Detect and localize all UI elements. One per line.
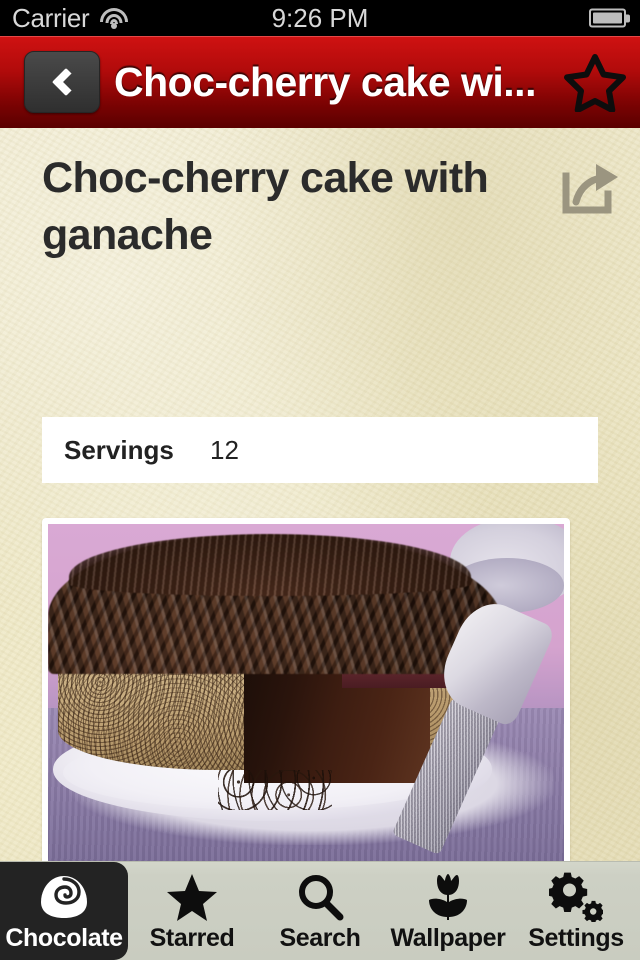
navigation-bar: Choc-cherry cake wi...: [0, 36, 640, 128]
recipe-photo-frame[interactable]: [42, 518, 570, 861]
servings-label: Servings: [64, 434, 174, 465]
gears-icon: [549, 872, 603, 922]
tab-settings[interactable]: Settings: [512, 862, 640, 960]
page-title: Choc-cherry cake with ganache: [42, 154, 489, 260]
tab-label-search: Search: [279, 923, 361, 952]
tab-label-settings: Settings: [528, 923, 624, 952]
recipe-photo: [48, 524, 564, 861]
nav-title: Choc-cherry cake wi...: [114, 58, 536, 105]
magnifier-icon: [295, 872, 345, 922]
back-button[interactable]: [24, 51, 100, 113]
share-export-icon: [562, 164, 618, 214]
status-bar: Carrier 9:26 PM: [0, 0, 640, 36]
favorite-button[interactable]: [558, 52, 632, 112]
share-button[interactable]: [558, 160, 620, 216]
tab-bar: Chocolate Starred Search Wallpaper Setti…: [0, 861, 640, 960]
status-bar-time: 9:26 PM: [271, 2, 369, 33]
tab-wallpaper[interactable]: Wallpaper: [384, 862, 512, 960]
chocolate-truffle-icon: [37, 872, 91, 922]
tulip-icon: [422, 872, 474, 922]
recipe-content: Choc-cherry cake with ganache Servings 1…: [0, 128, 640, 861]
tab-search[interactable]: Search: [256, 862, 384, 960]
star-filled-icon: [166, 872, 218, 922]
chevron-left-icon: [51, 67, 80, 97]
tab-chocolate[interactable]: Chocolate: [0, 862, 128, 960]
tab-starred[interactable]: Starred: [128, 862, 256, 960]
recipe-header: Choc-cherry cake with ganache: [0, 128, 640, 264]
star-outline-icon: [564, 54, 626, 112]
battery-icon: [589, 8, 626, 28]
tab-label-starred: Starred: [149, 923, 235, 952]
servings-card: Servings 12: [42, 417, 598, 483]
tab-label-chocolate: Chocolate: [5, 923, 123, 952]
tab-label-wallpaper: Wallpaper: [390, 923, 506, 952]
servings-value: 12: [210, 434, 239, 465]
